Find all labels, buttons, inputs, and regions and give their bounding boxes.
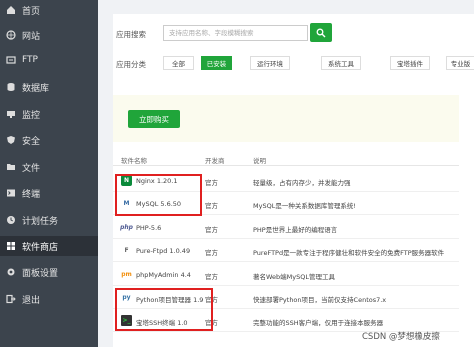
sidebar-item-website[interactable]: 网站 (0, 25, 98, 45)
sidebar-item-store[interactable]: 软件商店 (0, 236, 98, 256)
clock-icon (6, 215, 16, 225)
sidebar-item-logout[interactable]: 退出 (0, 289, 98, 309)
sidebar-item-label: 监控 (22, 110, 41, 121)
sidebar-item-label: 退出 (22, 295, 41, 306)
sidebar-item-label: 首页 (22, 6, 41, 17)
sidebar-item-cron[interactable]: 计划任务 (0, 210, 98, 230)
logout-icon (6, 294, 16, 304)
category-installed[interactable]: 已安装 (201, 56, 232, 70)
grid-icon (6, 241, 16, 251)
software-name: phpMyAdmin 4.4 (136, 271, 191, 279)
watermark: CSDN @梦想橡皮擦 (362, 332, 440, 342)
search-icon (316, 28, 326, 38)
highlight-box (115, 174, 202, 216)
terminal-icon (6, 188, 16, 198)
sidebar-item-label: 网站 (22, 31, 41, 42)
sidebar-item-label: 计划任务 (22, 216, 59, 227)
shield-icon (6, 135, 16, 145)
description: 轻量级，占有内存少，并发能力强 (253, 179, 351, 187)
home-icon (6, 5, 16, 15)
ftp-icon: F (124, 247, 129, 254)
software-name: Pure-Ftpd 1.0.49 (136, 247, 191, 255)
php-icon: php (120, 224, 133, 231)
database-icon (6, 82, 16, 92)
developer: 官方 (205, 249, 218, 257)
col-dev: 开发商 (205, 157, 225, 165)
sidebar-item-label: 数据库 (22, 83, 50, 94)
table-row[interactable]: pm phpMyAdmin 4.4 官方 著名Web端MySQL管理工具 (113, 264, 459, 286)
software-name: PHP-5.6 (136, 224, 162, 232)
category-system-tools[interactable]: 系统工具 (321, 56, 361, 70)
sidebar-item-label: 面板设置 (22, 268, 59, 279)
search-input[interactable]: 支持应用名称、字段模糊搜索 (163, 25, 308, 41)
search-button[interactable] (310, 23, 332, 42)
category-label: 应用分类 (116, 60, 146, 69)
phpmyadmin-icon: pm (121, 271, 132, 278)
main-area: 应用搜索 支持应用名称、字段模糊搜索 应用分类 全部 已安装 运行环境 系统工具… (98, 0, 474, 347)
developer: 官方 (205, 179, 218, 187)
globe-icon (6, 30, 16, 40)
highlight-box (115, 288, 213, 331)
table-header: 软件名称 开发商 说明 (113, 152, 459, 166)
category-all[interactable]: 全部 (163, 56, 194, 70)
category-pro[interactable]: 专业版 (446, 56, 474, 70)
table-row[interactable]: F Pure-Ftpd 1.0.49 官方 PureFTPd是一款专注于程序健壮… (113, 240, 459, 262)
sidebar-item-terminal[interactable]: 终端 (0, 183, 98, 203)
developer: 官方 (205, 226, 218, 234)
ftp-icon (6, 55, 16, 65)
description: 著名Web端MySQL管理工具 (253, 273, 335, 281)
description: 快速部署Python项目，当前仅支持Centos7.x (253, 296, 387, 304)
search-label: 应用搜索 (116, 30, 146, 39)
sidebar-item-label: 终端 (22, 189, 41, 200)
sidebar-item-label: 软件商店 (22, 242, 59, 253)
description: MySQL是一种关系数据库管理系统! (253, 202, 356, 210)
category-bt-plugins[interactable]: 宝塔插件 (390, 56, 430, 70)
sidebar-item-home[interactable]: 首页 (0, 0, 98, 20)
sidebar-item-ftp[interactable]: FTP (0, 50, 98, 70)
developer: 官方 (205, 273, 218, 281)
category-runtime[interactable]: 运行环境 (250, 56, 290, 70)
sidebar-item-monitor[interactable]: 监控 (0, 104, 98, 124)
col-desc: 说明 (253, 157, 266, 165)
folder-icon (6, 162, 16, 172)
description: PureFTPd是一款专注于程序健壮和软件安全的免费FTP服务器软件 (253, 249, 445, 257)
sidebar-item-files[interactable]: 文件 (0, 157, 98, 177)
sidebar-item-label: FTP (22, 55, 38, 65)
sidebar-item-label: 安全 (22, 136, 41, 147)
col-name: 软件名称 (121, 157, 147, 165)
description: 完整功能的SSH客户端，仅用于连接本服务器 (253, 319, 384, 327)
sidebar-item-database[interactable]: 数据库 (0, 77, 98, 97)
sidebar: 首页 网站 FTP 数据库 监控 安全 文件 终端 计划任务 软件商店 面板设置 (0, 0, 98, 347)
buy-now-button[interactable]: 立即购买 (128, 110, 180, 128)
description: PHP是世界上最好的编程语言 (253, 226, 338, 234)
developer: 官方 (205, 202, 218, 210)
sidebar-item-security[interactable]: 安全 (0, 130, 98, 150)
sidebar-item-label: 文件 (22, 163, 41, 174)
settings-icon (6, 267, 16, 277)
monitor-icon (6, 109, 16, 119)
table-row[interactable]: php PHP-5.6 官方 PHP是世界上最好的编程语言 (113, 217, 459, 239)
sidebar-item-settings[interactable]: 面板设置 (0, 262, 98, 282)
